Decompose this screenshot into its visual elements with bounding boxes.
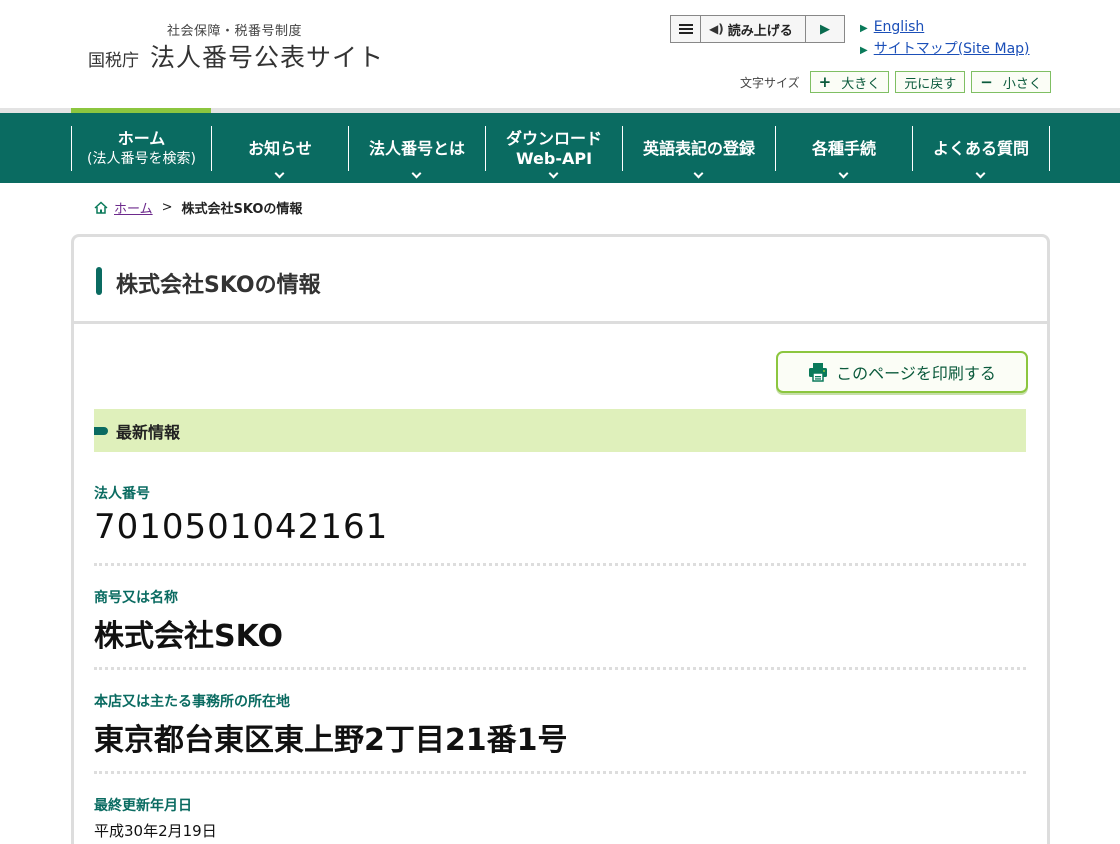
section-marker [94,426,108,435]
corporate-number-value: 7010501042161 [94,507,389,547]
dotted-divider [94,563,1026,566]
font-reset-button[interactable]: 元に戻す [895,71,966,93]
printer-icon [809,363,828,382]
sitemap-link-label: サイトマップ(Site Map) [873,41,1030,57]
nav-item-label: お知らせ [248,138,312,158]
font-smaller-label: 小さく [1002,76,1042,92]
font-reset-label: 元に戻す [904,76,957,92]
chevron-down-icon [975,168,986,179]
breadcrumb-separator: > [161,200,173,215]
site-logo-title[interactable]: 法人番号公表サイト [150,38,384,74]
chevron-down-icon [411,168,422,179]
nav-item-english-registration[interactable]: 英語表記の登録 [622,126,775,179]
font-bigger-button[interactable]: + 大きく [809,71,890,93]
content-panel: 株式会社SKOの情報 このページを印刷する 最新情報 法人番号 70105010… [71,234,1050,844]
print-page-button[interactable]: このページを印刷する [776,351,1028,393]
nav-item-label: 各種手続 [811,138,876,158]
nav-item-label: 英語表記の登録 [642,138,755,158]
play-icon: ▶ [820,21,830,37]
field-label: 最終更新年月日 [94,798,192,814]
nav-item-news[interactable]: お知らせ [211,126,348,179]
english-link[interactable]: ▶ English [860,17,1030,39]
sitemap-link[interactable]: ▶ サイトマップ(Site Map) [860,39,1030,61]
font-size-controls: 文字サイズ + 大きく 元に戻す − 小さく [740,71,1057,93]
field-label: 法人番号 [94,486,150,502]
tts-menu-button[interactable] [671,16,701,42]
menu-icon [678,24,693,34]
chevron-down-icon [548,168,559,179]
field-label: 商号又は名称 [94,590,178,606]
section-heading-label: 最新情報 [116,422,181,442]
arrow-right-icon: ▶ [860,23,868,34]
read-aloud-label: 読み上げる [727,23,793,39]
dotted-divider [94,667,1026,670]
arrow-right-icon: ▶ [860,45,868,56]
chevron-down-icon [838,168,849,179]
nav-item-sublabel: (法人番号を検索) [87,150,196,167]
nav-item-label: ホーム [117,128,166,148]
dotted-divider [94,771,1026,774]
speaker-icon: ◀) [709,22,724,36]
nav-item-home[interactable]: ホーム (法人番号を検索) [71,126,211,171]
play-button[interactable]: ▶ [806,16,844,42]
company-name-value: 株式会社SKO [94,619,284,654]
text-to-speech-toolbar: ◀) 読み上げる ▶ [670,15,845,43]
site-header: 社会保障・税番号制度 国税庁 法人番号公表サイト ◀) 読み上げる ▶ ▶ Eng… [0,0,1120,108]
nav-item-label: ダウンロード [505,128,602,148]
nav-item-label: 法人番号とは [368,138,465,158]
read-aloud-button[interactable]: ◀) 読み上げる [701,16,806,42]
global-nav: ホーム (法人番号を検索) お知らせ 法人番号とは ダウンロード Web-API… [0,113,1120,183]
section-heading-latest: 最新情報 [94,409,1026,452]
chevron-down-icon [274,168,285,179]
breadcrumb-home-link[interactable]: ホーム [114,198,153,217]
chevron-down-icon [693,168,704,179]
nav-item-sublabel: Web-API [515,148,593,168]
font-smaller-button[interactable]: − 小さく [971,71,1051,93]
english-link-label: English [873,19,925,35]
nav-item-download[interactable]: ダウンロード Web-API [485,126,622,179]
title-accent-bar [96,267,102,295]
nav-item-procedures[interactable]: 各種手続 [775,126,912,179]
font-size-label: 文字サイズ [740,75,800,90]
field-address: 本店又は主たる事務所の所在地 東京都台東区東上野2丁目21番1号 [94,691,1026,774]
home-icon [94,201,108,214]
field-label: 本店又は主たる事務所の所在地 [94,694,290,710]
breadcrumb-current: 株式会社SKOの情報 [181,202,303,217]
minus-icon: − [980,73,993,91]
top-links: ▶ English ▶ サイトマップ(Site Map) [860,17,1030,61]
page-title-area: 株式会社SKOの情報 [74,237,1047,324]
font-bigger-label: 大きく [841,76,881,92]
address-value: 東京都台東区東上野2丁目21番1号 [94,723,568,758]
nav-item-faq[interactable]: よくある質問 [912,126,1050,179]
nav-item-about[interactable]: 法人番号とは [348,126,485,179]
page-title: 株式会社SKOの情報 [116,273,321,298]
print-page-label: このページを印刷する [836,364,996,383]
plus-icon: + [818,73,832,91]
field-company-name: 商号又は名称 株式会社SKO [94,587,1026,670]
last-updated-value: 平成30年2月19日 [94,822,217,840]
field-corporate-number: 法人番号 7010501042161 [94,483,1026,566]
breadcrumb: ホーム > 株式会社SKOの情報 [94,198,302,217]
field-last-updated: 最終更新年月日 平成30年2月19日 [94,795,1026,841]
logo-subtitle: 社会保障・税番号制度 [167,24,303,39]
nav-item-label: よくある質問 [932,138,1029,158]
logo-agency[interactable]: 国税庁 [88,46,139,71]
